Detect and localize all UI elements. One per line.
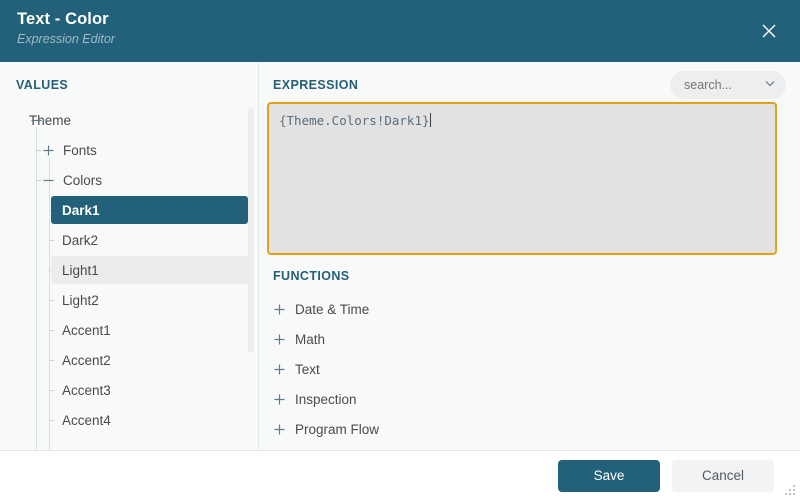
tree-tick	[49, 420, 54, 421]
function-group-label: Inspection	[295, 391, 357, 407]
tree-item-dark1[interactable]: Dark1	[0, 195, 258, 225]
expression-text: {Theme.Colors!Dark1}	[279, 113, 430, 128]
values-tree: Theme Fonts Colors Dark1 Dark2 Light1 Li…	[0, 105, 258, 450]
tree-tick	[49, 390, 54, 391]
expression-panel: EXPRESSION {Theme.Colors!Dark1} FUNCTION…	[259, 62, 800, 450]
tree-item-light2[interactable]: Light2	[0, 285, 258, 315]
function-group-label: Date & Time	[295, 301, 370, 317]
tree-item-theme[interactable]: Theme	[0, 105, 258, 135]
tree-tick	[49, 360, 54, 361]
function-group-inspection[interactable]: Inspection	[259, 384, 800, 414]
text-caret	[429, 113, 431, 127]
function-group-label: Text	[295, 361, 320, 377]
close-button[interactable]	[750, 12, 788, 50]
values-section-label: VALUES	[16, 78, 69, 92]
dialog-content: VALUES Theme Fonts Colors Dark1 Dark2 Li…	[0, 62, 800, 450]
values-panel: VALUES Theme Fonts Colors Dark1 Dark2 Li…	[0, 62, 259, 450]
cancel-button[interactable]: Cancel	[672, 459, 774, 492]
save-button[interactable]: Save	[558, 459, 660, 492]
search-input[interactable]	[684, 78, 764, 92]
search-dropdown[interactable]	[670, 71, 786, 99]
expression-textarea[interactable]: {Theme.Colors!Dark1}	[267, 102, 777, 255]
tree-item-label: Dark2	[62, 232, 99, 248]
close-icon	[761, 23, 777, 39]
tree-item-light1[interactable]: Light1	[0, 255, 258, 285]
tree-item-label: Accent3	[62, 382, 111, 398]
functions-section-label: FUNCTIONS	[273, 269, 350, 283]
tree-item-accent4[interactable]: Accent4	[0, 405, 258, 435]
tree-item-label: Light1	[62, 262, 99, 278]
function-group-date-time[interactable]: Date & Time	[259, 294, 800, 324]
function-group-label: Math	[295, 331, 326, 347]
expression-section-label: EXPRESSION	[273, 78, 359, 92]
values-scrollbar-thumb[interactable]	[248, 107, 254, 353]
tree-item-label: Accent4	[62, 412, 111, 428]
function-group-text[interactable]: Text	[259, 354, 800, 384]
tree-tick	[36, 180, 41, 181]
tree-item-accent3[interactable]: Accent3	[0, 375, 258, 405]
tree-item-label: Light2	[62, 292, 99, 308]
plus-icon[interactable]	[273, 363, 286, 376]
tree-item-accent2[interactable]: Accent2	[0, 345, 258, 375]
plus-icon[interactable]	[42, 144, 55, 157]
function-group-program-flow[interactable]: Program Flow	[259, 414, 800, 444]
minus-icon[interactable]	[30, 114, 43, 127]
tree-tick	[49, 330, 54, 331]
plus-icon[interactable]	[273, 393, 286, 406]
chevron-down-icon[interactable]	[764, 76, 776, 94]
tree-item-label: Fonts	[63, 142, 97, 158]
tree-item-colors[interactable]: Colors	[0, 165, 258, 195]
tree-tick	[49, 300, 54, 301]
tree-item-label: Colors	[63, 172, 103, 188]
dialog-subtitle: Expression Editor	[17, 32, 115, 46]
dialog-titlebar: Text - Color Expression Editor	[0, 0, 800, 62]
tree-item-label: Accent1	[62, 322, 111, 338]
function-group-math[interactable]: Math	[259, 324, 800, 354]
tree-item-label: Dark1	[62, 202, 100, 218]
function-group-label: Program Flow	[295, 421, 380, 437]
minus-icon[interactable]	[42, 174, 55, 187]
plus-icon[interactable]	[273, 423, 286, 436]
tree-item-dark2[interactable]: Dark2	[0, 225, 258, 255]
functions-list: Date & Time Math Text Inspection Program…	[259, 294, 800, 450]
tree-item-accent1[interactable]: Accent1	[0, 315, 258, 345]
tree-item-fonts[interactable]: Fonts	[0, 135, 258, 165]
plus-icon[interactable]	[273, 333, 286, 346]
tree-tick	[36, 150, 41, 151]
dialog-footer: Save Cancel	[0, 450, 800, 500]
resize-grip[interactable]	[784, 484, 797, 497]
tree-item-label: Accent2	[62, 352, 111, 368]
plus-icon[interactable]	[273, 303, 286, 316]
dialog-title: Text - Color	[17, 10, 109, 28]
tree-tick	[49, 240, 54, 241]
expression-editor-dialog: Text - Color Expression Editor VALUES Th…	[0, 0, 800, 500]
